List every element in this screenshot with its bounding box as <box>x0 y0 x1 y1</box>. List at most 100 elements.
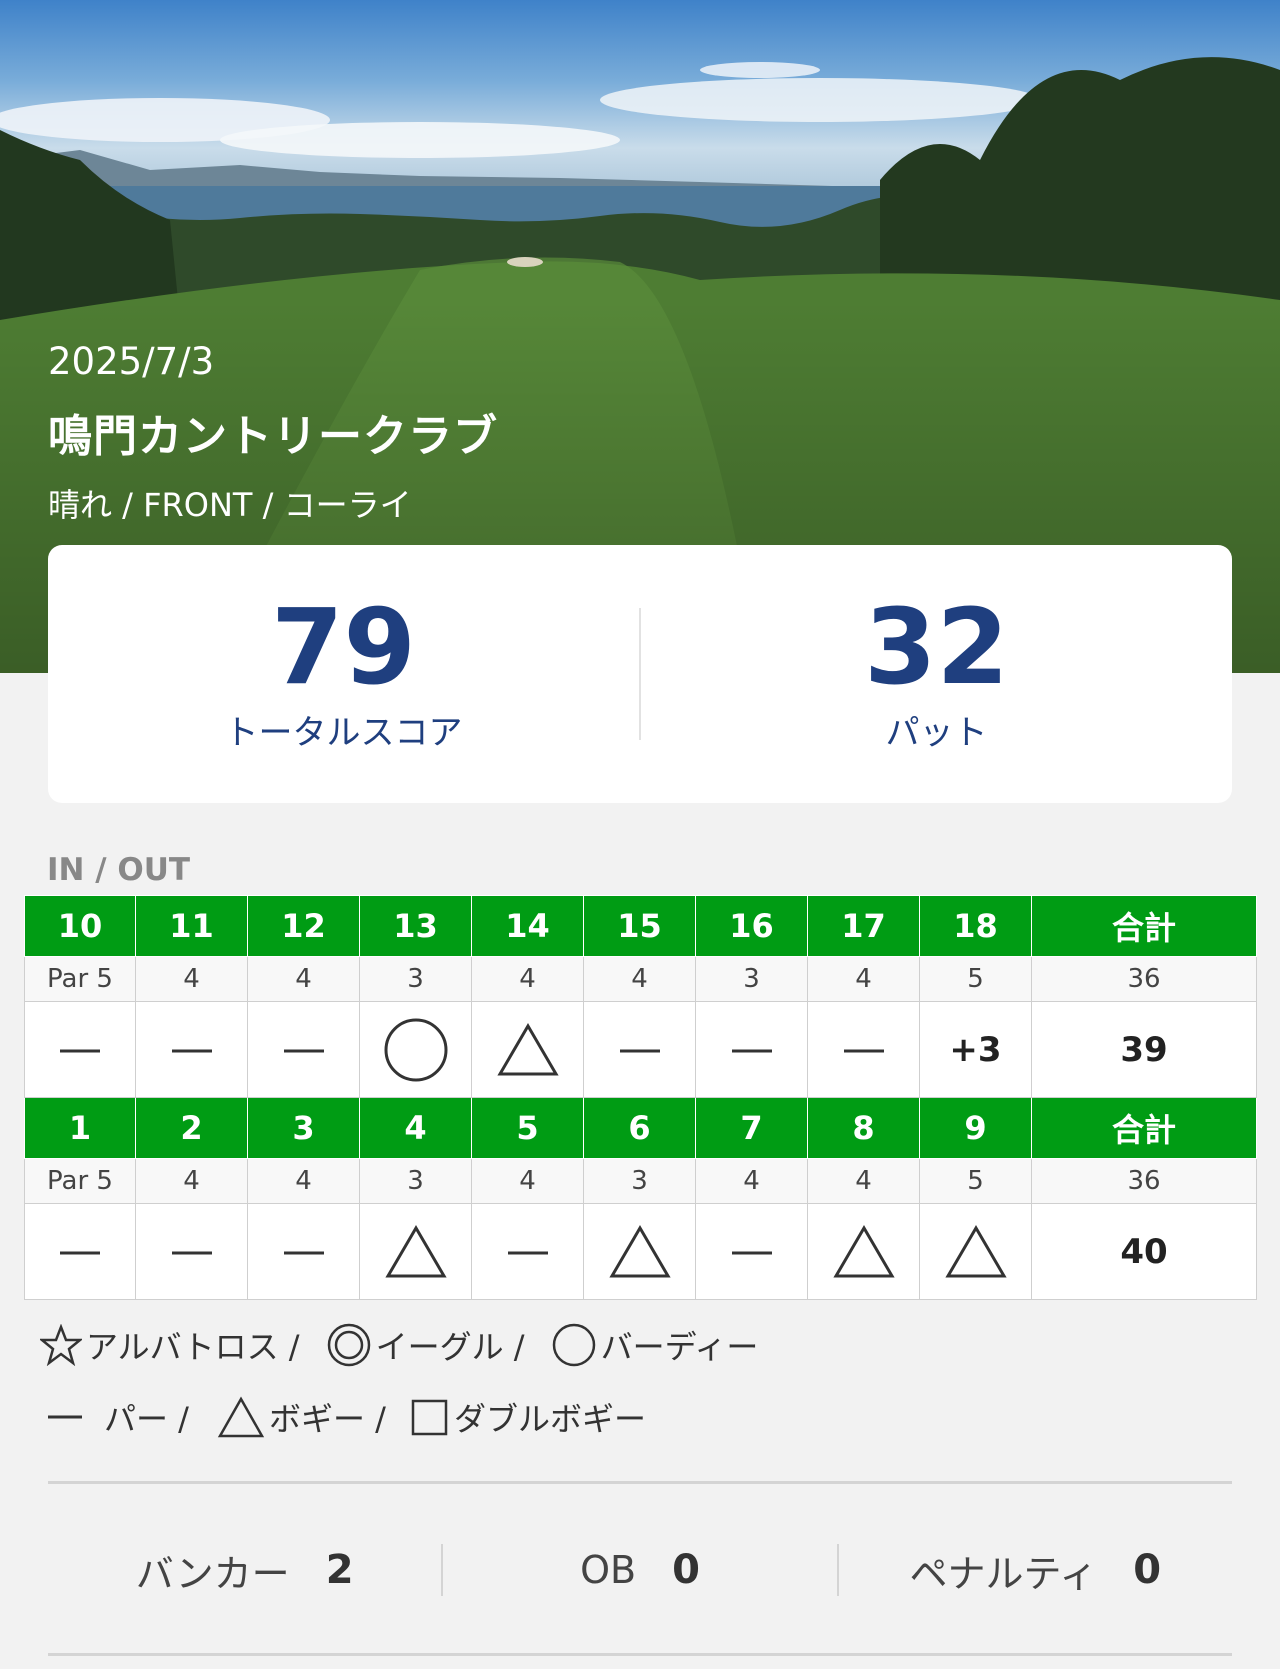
par-total: 36 <box>1031 956 1257 1002</box>
total-score-label: トータルスコア <box>224 712 463 753</box>
total-score-block: 79 トータルスコア <box>48 545 639 803</box>
hole-result <box>583 1203 696 1300</box>
hole-par: Par 5 <box>24 1158 136 1204</box>
hole-par: 3 <box>695 956 808 1002</box>
hole-result <box>135 1001 248 1098</box>
dash-icon <box>507 1251 548 1255</box>
hole-number: 4 <box>359 1097 472 1159</box>
triangle-icon <box>832 1224 895 1277</box>
stat-penalty: ペナルティ 0 <box>839 1543 1232 1598</box>
hole-number: 11 <box>135 895 248 957</box>
hole-result: +3 <box>919 1001 1032 1098</box>
double-circle-icon <box>327 1323 370 1367</box>
penalty-label: ペナルティ <box>909 1551 1098 1596</box>
hole-result <box>807 1001 920 1098</box>
legend-albatross: アルバトロス / <box>40 1322 300 1368</box>
hole-number: 8 <box>807 1097 920 1159</box>
ob-label: OB <box>580 1548 637 1592</box>
hole-par: 5 <box>919 1158 1032 1204</box>
hole-number: 2 <box>135 1097 248 1159</box>
legend-bogey: ボギー / <box>217 1394 386 1440</box>
in-par-row: Par 5 4 4 3 4 4 3 4 5 36 <box>24 956 1257 1002</box>
circle-icon <box>552 1323 595 1367</box>
divider-line <box>48 1653 1232 1656</box>
hole-result <box>359 1001 472 1098</box>
hole-result <box>695 1001 808 1098</box>
hole-par: 4 <box>471 1158 584 1204</box>
total-score-value: 79 <box>271 585 416 708</box>
hole-result <box>24 1001 136 1098</box>
triangle-icon <box>217 1396 265 1438</box>
triangle-icon <box>496 1022 559 1075</box>
total-header: 合計 <box>1031 1097 1257 1159</box>
hole-par: 5 <box>919 956 1032 1002</box>
hole-number: 14 <box>471 895 584 957</box>
hole-result <box>135 1203 248 1300</box>
triangle-icon <box>608 1224 671 1277</box>
dash-icon <box>48 1415 82 1419</box>
hole-number: 16 <box>695 895 808 957</box>
hole-number: 17 <box>807 895 920 957</box>
hole-par: 4 <box>247 1158 360 1204</box>
hole-par: Par 5 <box>24 956 136 1002</box>
stat-bunker: バンカー 2 <box>48 1543 441 1598</box>
scorecard-table: 10 11 12 13 14 15 16 17 18 合計 Par 5 4 4 3 4 4 3 4 5 36 +3 39 1… <box>24 895 1257 1300</box>
legend-double-bogey: ダブルボギー <box>410 1394 646 1440</box>
triangle-icon <box>384 1224 447 1277</box>
ob-value: 0 <box>672 1547 700 1593</box>
score-total: 40 <box>1031 1203 1257 1300</box>
in-score-row: +3 39 <box>24 1001 1257 1098</box>
hole-number: 5 <box>471 1097 584 1159</box>
dash-icon <box>619 1049 660 1053</box>
hole-par: 4 <box>583 956 696 1002</box>
round-conditions: 晴れ / FRONT / コーライ <box>48 486 412 524</box>
hole-result <box>471 1001 584 1098</box>
in-hole-header-row: 10 11 12 13 14 15 16 17 18 合計 <box>24 895 1257 957</box>
hole-par: 4 <box>135 956 248 1002</box>
legend-row-2: パー / ボギー / ダブルボギー <box>46 1394 646 1440</box>
out-par-row: Par 5 4 4 3 4 3 4 4 5 36 <box>24 1158 1257 1204</box>
out-hole-header-row: 1 2 3 4 5 6 7 8 9 合計 <box>24 1097 1257 1159</box>
course-name: 鳴門カントリークラブ <box>48 411 498 462</box>
section-label-in-out: IN / OUT <box>47 852 191 888</box>
hole-result <box>471 1203 584 1300</box>
hole-result <box>807 1203 920 1300</box>
hole-par: 4 <box>807 956 920 1002</box>
hole-result <box>247 1001 360 1098</box>
legend-row-1: アルバトロス / イーグル / バーディー <box>40 1322 758 1368</box>
hole-number: 18 <box>919 895 1032 957</box>
putts-label: パット <box>885 712 988 753</box>
hole-result <box>583 1001 696 1098</box>
hole-par: 4 <box>807 1158 920 1204</box>
bunker-value: 2 <box>325 1547 354 1593</box>
hole-par: 3 <box>583 1158 696 1204</box>
hole-par: 3 <box>359 956 472 1002</box>
dash-icon <box>843 1049 884 1053</box>
circle-icon <box>384 1018 447 1081</box>
bunker-label: バンカー <box>135 1551 290 1596</box>
score-total: 39 <box>1031 1001 1257 1098</box>
hole-number: 15 <box>583 895 696 957</box>
hole-par: 3 <box>359 1158 472 1204</box>
stat-ob: OB 0 <box>443 1547 836 1593</box>
round-stats: バンカー 2 OB 0 ペナルティ 0 <box>48 1540 1232 1600</box>
dash-icon <box>171 1251 212 1255</box>
divider-line <box>48 1481 1232 1484</box>
dash-icon <box>60 1049 100 1053</box>
score-summary-card: 79 トータルスコア 32 パット <box>48 545 1232 803</box>
hole-number: 13 <box>359 895 472 957</box>
total-header: 合計 <box>1031 895 1257 957</box>
legend-eagle: イーグル / <box>326 1322 525 1368</box>
putts-value: 32 <box>864 585 1009 708</box>
hole-par: 4 <box>135 1158 248 1204</box>
star-outline-icon <box>40 1324 82 1366</box>
hole-number: 1 <box>24 1097 136 1159</box>
dash-icon <box>283 1251 324 1255</box>
hole-number: 12 <box>247 895 360 957</box>
hole-number: 10 <box>24 895 136 957</box>
legend-par: パー / <box>46 1394 189 1440</box>
legend-birdie: バーディー <box>551 1322 758 1368</box>
hole-result <box>247 1203 360 1300</box>
hole-result <box>24 1203 136 1300</box>
dash-icon <box>731 1049 772 1053</box>
